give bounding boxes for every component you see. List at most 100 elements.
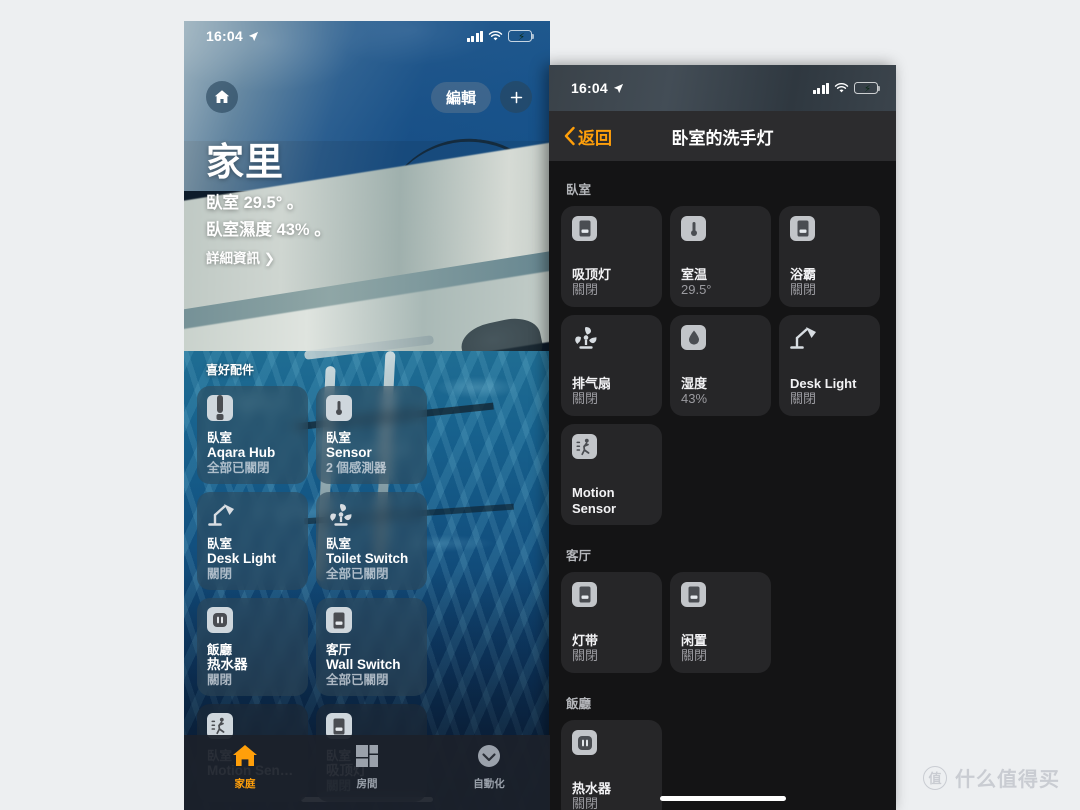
humidity-drop-icon xyxy=(681,325,706,350)
device-icon-wrap xyxy=(681,216,761,267)
room-section-grid: 灯带 關閉 闲置 關閉 xyxy=(561,572,884,673)
tab-home[interactable]: 家庭 xyxy=(184,744,306,791)
room-section-title: 飯廳 xyxy=(566,697,592,711)
device-icon-wrap xyxy=(790,325,870,376)
accessory-icon-wrap xyxy=(326,501,418,537)
device-tile[interactable]: 湿度 43% xyxy=(670,315,771,416)
room-section-title: 客厅 xyxy=(566,549,592,563)
temperature-status: 臥室 29.5° 。 xyxy=(206,194,304,212)
device-name: Desk Light xyxy=(790,375,857,391)
device-tile[interactable]: Motion Sensor xyxy=(561,424,662,525)
screenshot-canvas: 16:04 ⚡ 編輯 家里 臥室 29.5° 。 臥室濕度 43% 。 詳細資訊… xyxy=(0,0,1080,810)
accessory-room: 臥室 xyxy=(207,431,233,445)
accessory-room: 客厅 xyxy=(326,643,352,657)
fan-icon xyxy=(572,325,600,351)
device-name: 浴霸 xyxy=(790,266,817,282)
device-name: 室温 xyxy=(681,266,708,282)
room-section-title: 臥室 xyxy=(566,183,592,197)
device-icon-wrap xyxy=(572,582,652,633)
accessory-state: 2 個感測器 xyxy=(326,460,387,475)
cellular-signal-icon xyxy=(466,30,483,42)
tab-label: 自動化 xyxy=(473,778,505,790)
device-tile[interactable]: 排气扇 關閉 xyxy=(561,315,662,416)
device-state: 關閉 xyxy=(681,648,708,663)
device-icon-wrap xyxy=(572,730,652,781)
device-name: 湿度 xyxy=(681,375,708,391)
accessory-name: Aqara Hub xyxy=(207,445,276,460)
details-link[interactable]: 詳細資訊 ❯ xyxy=(206,247,532,267)
accessory-icon-wrap xyxy=(207,607,299,643)
device-state: 關閉 xyxy=(790,391,817,406)
device-name: 闲置 xyxy=(681,632,708,648)
rooms-grid-icon xyxy=(355,744,379,773)
accessory-name: 热水器 xyxy=(207,657,248,672)
watermark-text: 什么值得买 xyxy=(955,769,1060,791)
status-time-group-right: 16:04 xyxy=(571,80,624,96)
device-tile[interactable]: 吸顶灯 關閉 xyxy=(561,206,662,307)
back-button-label: 返回 xyxy=(578,128,612,148)
back-button[interactable]: 返回 xyxy=(563,124,612,149)
wall-switch-icon xyxy=(326,607,352,633)
device-state: 關閉 xyxy=(790,282,817,297)
accessory-tile[interactable]: 臥室 Desk Light 關閉 xyxy=(197,492,308,590)
accessory-tile[interactable]: 客厅 Wall Switch 全部已關閉 xyxy=(316,598,427,696)
status-time-group: 16:04 xyxy=(206,28,259,44)
device-icon-wrap xyxy=(572,216,652,267)
tab-automation[interactable]: 自動化 xyxy=(428,744,550,791)
accessory-state: 關閉 xyxy=(207,672,233,687)
device-icon-wrap xyxy=(681,582,761,633)
device-tile[interactable]: 浴霸 關閉 xyxy=(779,206,880,307)
accessory-name: Wall Switch xyxy=(326,657,401,672)
battery-charging-icon: ⚡ xyxy=(508,30,535,43)
device-name: 排气扇 xyxy=(572,375,612,391)
device-tile[interactable]: 热水器 關閉 xyxy=(561,720,662,810)
accessory-name: Toilet Switch xyxy=(326,551,409,566)
accessory-icon-wrap xyxy=(326,607,418,643)
accessory-tile[interactable]: 臥室 Sensor 2 個感測器 xyxy=(316,386,427,484)
status-time-right: 16:04 xyxy=(571,80,608,96)
accessory-name: Desk Light xyxy=(207,551,277,566)
fan-icon xyxy=(326,501,356,529)
add-button[interactable] xyxy=(500,81,532,113)
device-name: 热水器 xyxy=(572,780,612,796)
device-icon-wrap xyxy=(790,216,870,267)
accessory-room: 臥室 xyxy=(326,431,352,445)
home-header: 編輯 家里 臥室 29.5° 。 臥室濕度 43% 。 詳細資訊 ❯ xyxy=(184,51,550,267)
motion-sensor-icon xyxy=(572,434,597,459)
watermark: 值 什么值得买 xyxy=(923,763,1060,792)
accessory-icon-wrap xyxy=(207,501,299,537)
tab-bar: 家庭 房間 自動化 xyxy=(184,735,550,810)
accessory-tile[interactable]: 臥室 Aqara Hub 全部已關閉 xyxy=(197,386,308,484)
device-tile[interactable]: 灯带 關閉 xyxy=(561,572,662,673)
device-state: 29.5° xyxy=(681,282,712,297)
phone-left-home-app: 16:04 ⚡ 編輯 家里 臥室 29.5° 。 臥室濕度 43% 。 詳細資訊… xyxy=(184,21,550,810)
device-name: 灯带 xyxy=(572,632,599,648)
home-icon[interactable] xyxy=(206,81,238,113)
header-actions-row: 編輯 xyxy=(206,81,532,113)
thermometer-icon xyxy=(681,216,706,241)
accessory-icon-wrap xyxy=(326,395,418,431)
device-tile[interactable]: 闲置 關閉 xyxy=(670,572,771,673)
room-content-scroll[interactable]: 臥室 吸顶灯 關閉 室温 29.5° 浴霸 關閉 排气扇 關閉 湿度 43% D… xyxy=(549,161,896,810)
tab-rooms[interactable]: 房間 xyxy=(306,744,428,791)
navigation-bar: 返回 卧室的洗手灯 xyxy=(549,111,896,161)
desk-lamp-icon xyxy=(207,501,237,529)
outlet-icon xyxy=(572,730,597,755)
battery-charging-icon: ⚡ xyxy=(854,82,881,95)
device-icon-wrap xyxy=(681,325,761,376)
sensor-bar-icon xyxy=(207,395,233,421)
device-tile[interactable]: 室温 29.5° xyxy=(670,206,771,307)
location-arrow-icon xyxy=(613,83,623,93)
accessory-tile[interactable]: 臥室 Toilet Switch 全部已關閉 xyxy=(316,492,427,590)
accessory-tile[interactable]: 飯廳 热水器 關閉 xyxy=(197,598,308,696)
desk-lamp-icon xyxy=(790,325,818,351)
device-tile[interactable]: Desk Light 關閉 xyxy=(779,315,880,416)
phone-right-room-detail: 16:04 ⚡ 返回 卧室的洗手灯 臥室 吸顶灯 關閉 室温 29.5° 浴霸 … xyxy=(549,65,896,810)
tab-label: 家庭 xyxy=(234,778,256,790)
edit-button[interactable]: 編輯 xyxy=(430,81,491,113)
room-section-grid: 吸顶灯 關閉 室温 29.5° 浴霸 關閉 排气扇 關閉 湿度 43% Desk xyxy=(561,206,884,525)
status-time: 16:04 xyxy=(206,28,243,44)
outlet-icon xyxy=(207,607,233,633)
humidity-status: 臥室濕度 43% 。 xyxy=(206,221,331,239)
wall-switch-icon xyxy=(790,216,815,241)
